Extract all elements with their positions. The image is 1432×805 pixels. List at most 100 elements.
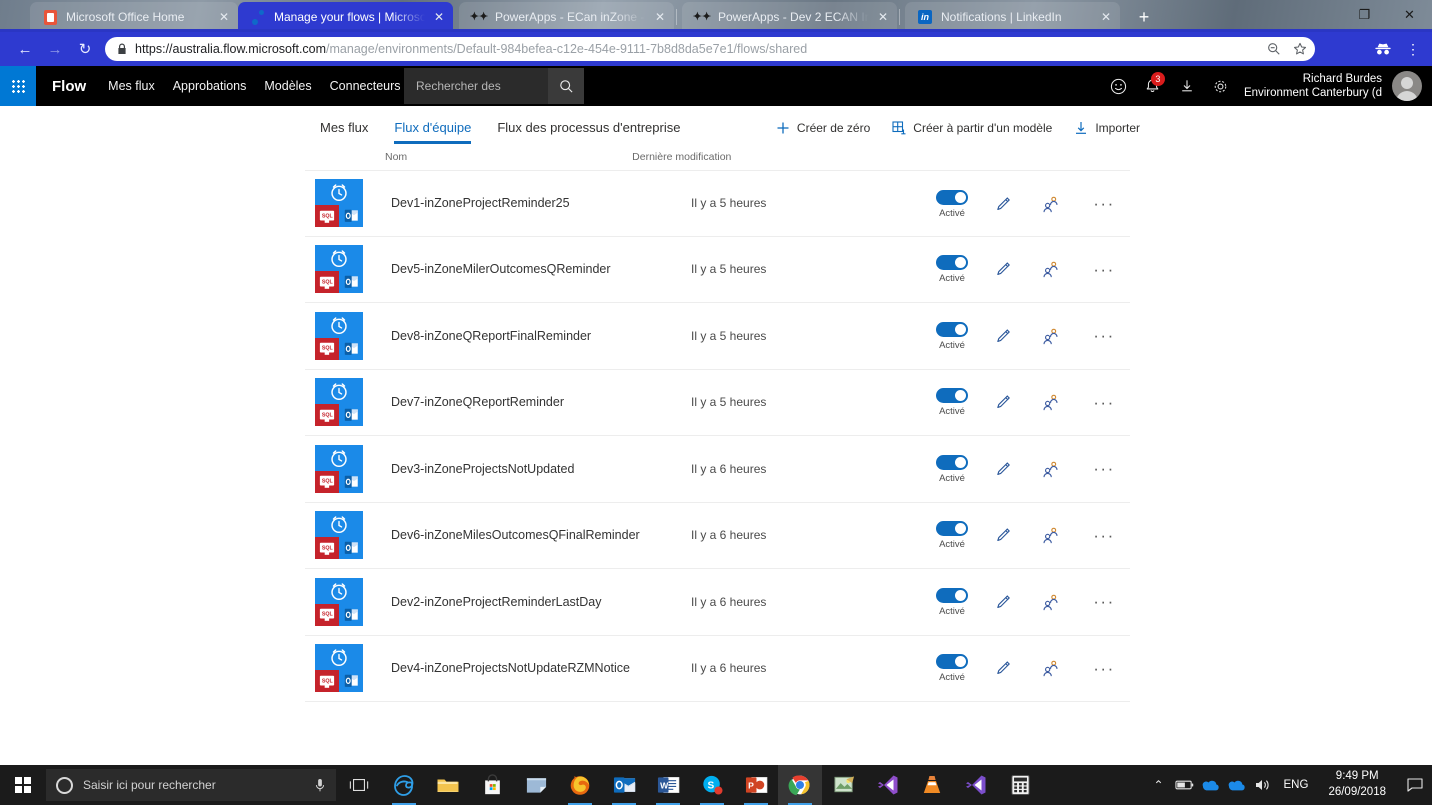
taskbar-sticky-notes-icon[interactable] xyxy=(514,765,558,805)
flow-name[interactable]: Dev1-inZoneProjectReminder25 xyxy=(391,196,691,210)
taskbar-visual-studio-code-insiders-icon[interactable] xyxy=(866,765,910,805)
pencil-icon[interactable] xyxy=(984,316,1022,356)
table-row[interactable]: SQLDev1-inZoneProjectReminder25Il y a 5 … xyxy=(305,170,1130,237)
incognito-icon[interactable] xyxy=(1370,36,1396,62)
tab-team-flows[interactable]: Flux d'équipe xyxy=(394,120,471,144)
window-close-button[interactable]: ✕ xyxy=(1387,0,1432,30)
flow-name[interactable]: Dev8-inZoneQReportFinalReminder xyxy=(391,329,691,343)
more-options-button[interactable]: ··· xyxy=(1078,250,1130,290)
pencil-icon[interactable] xyxy=(984,449,1022,489)
more-options-button[interactable]: ··· xyxy=(1078,582,1130,622)
search-button[interactable] xyxy=(548,68,584,104)
taskbar-vlc-icon[interactable] xyxy=(910,765,954,805)
avatar[interactable] xyxy=(1392,71,1422,101)
nav-link-templates[interactable]: Modèles xyxy=(264,79,311,93)
window-restore-button[interactable]: ❐ xyxy=(1342,0,1387,30)
browser-tab-4[interactable]: in Notifications | LinkedIn ✕ xyxy=(905,2,1120,32)
pencil-icon[interactable] xyxy=(984,516,1022,556)
create-from-blank-button[interactable]: Créer de zéro xyxy=(776,121,870,135)
flow-name[interactable]: Dev7-inZoneQReportReminder xyxy=(391,395,691,409)
browser-tab-0[interactable]: Microsoft Office Home ✕ xyxy=(30,2,238,32)
flow-status-toggle[interactable]: Activé xyxy=(920,190,984,219)
table-row[interactable]: SQLDev3-inZoneProjectsNotUpdatedIl y a 6… xyxy=(305,436,1130,503)
tab-close-button[interactable]: ✕ xyxy=(875,10,891,24)
new-tab-button[interactable]: + xyxy=(1133,7,1155,29)
browser-tab-2[interactable]: ✦✦ PowerApps - ECan inZone - Train ✕ xyxy=(459,2,674,32)
pencil-icon[interactable] xyxy=(984,250,1022,290)
flow-name[interactable]: Dev2-inZoneProjectReminderLastDay xyxy=(391,595,691,609)
windows-start-icon[interactable] xyxy=(0,765,46,805)
taskbar-calculator-icon[interactable] xyxy=(998,765,1042,805)
nav-link-approvals[interactable]: Approbations xyxy=(173,79,247,93)
nav-link-connectors[interactable]: Connecteurs xyxy=(330,79,401,93)
taskbar-skype-icon[interactable]: S xyxy=(690,765,734,805)
user-info[interactable]: Richard Burdes Environment Canterbury (d xyxy=(1238,72,1392,101)
taskbar-search[interactable]: Saisir ici pour rechercher xyxy=(46,769,336,801)
table-row[interactable]: SQLDev6-inZoneMilesOutcomesQFinalReminde… xyxy=(305,503,1130,570)
reload-button[interactable]: ↻ xyxy=(70,35,100,63)
tab-close-button[interactable]: ✕ xyxy=(216,10,232,24)
battery-icon[interactable] xyxy=(1172,765,1198,805)
search-input[interactable] xyxy=(404,68,548,104)
taskbar-edge-icon[interactable] xyxy=(382,765,426,805)
tab-close-button[interactable]: ✕ xyxy=(652,10,668,24)
share-people-icon[interactable] xyxy=(1022,649,1078,689)
share-people-icon[interactable] xyxy=(1022,184,1078,224)
pencil-icon[interactable] xyxy=(984,649,1022,689)
flow-name[interactable]: Dev5-inZoneMilerOutcomesQReminder xyxy=(391,262,691,276)
tab-business-process-flows[interactable]: Flux des processus d'entreprise xyxy=(497,120,680,144)
share-people-icon[interactable] xyxy=(1022,449,1078,489)
tray-clock[interactable]: 9:49 PM 26/09/2018 xyxy=(1316,769,1398,800)
action-center-icon[interactable] xyxy=(1398,765,1432,805)
flow-status-toggle[interactable]: Activé xyxy=(920,588,984,617)
pencil-icon[interactable] xyxy=(984,383,1022,423)
share-people-icon[interactable] xyxy=(1022,383,1078,423)
tray-chevron-icon[interactable]: ⌃ xyxy=(1146,765,1172,805)
pencil-icon[interactable] xyxy=(984,582,1022,622)
tab-close-button[interactable]: ✕ xyxy=(1098,10,1114,24)
taskbar-chrome-icon[interactable] xyxy=(778,765,822,805)
onedrive-icon[interactable] xyxy=(1198,765,1224,805)
table-row[interactable]: SQLDev4-inZoneProjectsNotUpdateRZMNotice… xyxy=(305,636,1130,703)
flow-name[interactable]: Dev4-inZoneProjectsNotUpdateRZMNotice xyxy=(391,661,691,675)
taskbar-snipping-tool-icon[interactable] xyxy=(822,765,866,805)
zoom-out-icon[interactable] xyxy=(1267,42,1281,56)
tray-language[interactable]: ENG xyxy=(1276,779,1317,791)
table-row[interactable]: SQLDev5-inZoneMilerOutcomesQReminderIl y… xyxy=(305,237,1130,304)
flow-name[interactable]: Dev3-inZoneProjectsNotUpdated xyxy=(391,462,691,476)
browser-tab-3[interactable]: ✦✦ PowerApps - Dev 2 ECAN InZone ✕ xyxy=(682,2,897,32)
pencil-icon[interactable] xyxy=(984,184,1022,224)
table-row[interactable]: SQLDev2-inZoneProjectReminderLastDayIl y… xyxy=(305,569,1130,636)
forward-button[interactable]: → xyxy=(40,35,70,63)
flow-status-toggle[interactable]: Activé xyxy=(920,521,984,550)
browser-tab-1[interactable]: Manage your flows | Microsoft Fl ✕ xyxy=(238,2,453,32)
flow-status-toggle[interactable]: Activé xyxy=(920,388,984,417)
more-options-button[interactable]: ··· xyxy=(1078,316,1130,356)
task-view-icon[interactable] xyxy=(336,765,382,805)
taskbar-file-explorer-icon[interactable] xyxy=(426,765,470,805)
taskbar-microsoft-store-icon[interactable] xyxy=(470,765,514,805)
bookmark-star-icon[interactable] xyxy=(1293,42,1307,56)
share-people-icon[interactable] xyxy=(1022,316,1078,356)
flow-status-toggle[interactable]: Activé xyxy=(920,255,984,284)
table-row[interactable]: SQLDev7-inZoneQReportReminderIl y a 5 he… xyxy=(305,370,1130,437)
share-people-icon[interactable] xyxy=(1022,250,1078,290)
nav-link-my-flows[interactable]: Mes flux xyxy=(108,79,155,93)
onedrive-icon[interactable] xyxy=(1224,765,1250,805)
create-from-template-button[interactable]: Créer à partir d'un modèle xyxy=(892,121,1052,135)
more-options-button[interactable]: ··· xyxy=(1078,449,1130,489)
table-row[interactable]: SQLDev8-inZoneQReportFinalReminderIl y a… xyxy=(305,303,1130,370)
flow-name[interactable]: Dev6-inZoneMilesOutcomesQFinalReminder xyxy=(391,528,691,542)
taskbar-outlook-icon[interactable] xyxy=(602,765,646,805)
volume-icon[interactable] xyxy=(1250,765,1276,805)
download-icon[interactable] xyxy=(1170,66,1204,106)
flow-status-toggle[interactable]: Activé xyxy=(920,654,984,683)
more-options-button[interactable]: ··· xyxy=(1078,649,1130,689)
more-options-button[interactable]: ··· xyxy=(1078,383,1130,423)
browser-menu-button[interactable]: ⋮ xyxy=(1400,36,1426,62)
feedback-smiley-icon[interactable] xyxy=(1102,66,1136,106)
notifications-bell-icon[interactable]: 3 xyxy=(1136,66,1170,106)
back-button[interactable]: ← xyxy=(10,35,40,63)
address-bar[interactable]: https://australia.flow.microsoft.com/man… xyxy=(105,37,1315,61)
taskbar-word-icon[interactable]: W xyxy=(646,765,690,805)
